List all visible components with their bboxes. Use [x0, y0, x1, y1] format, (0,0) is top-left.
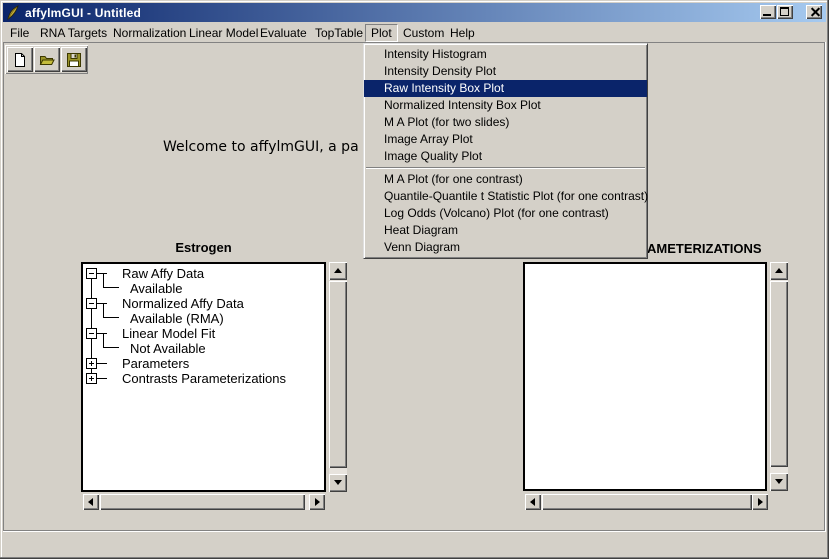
scroll-down-button[interactable] [329, 474, 347, 492]
welcome-message: Welcome to affylmGUI, a pa [163, 139, 359, 155]
tree-collapse-box[interactable] [86, 298, 97, 309]
save-floppy-icon [65, 51, 83, 69]
scroll-up-button[interactable] [329, 262, 347, 280]
menu-custom[interactable]: Custom [403, 26, 444, 40]
scrollbar-thumb[interactable] [542, 494, 752, 510]
tk-feather-icon [6, 5, 20, 20]
title-bar[interactable]: affylmGUI - Untitled [3, 3, 826, 22]
scrollbar-thumb[interactable] [100, 494, 305, 510]
close-button[interactable] [806, 5, 822, 19]
open-folder-icon [38, 51, 56, 69]
app-window: affylmGUI - Untitled File RNA Targets No… [0, 0, 829, 559]
menu-toptable[interactable]: TopTable [315, 26, 363, 40]
tree-node-label[interactable]: Linear Model Fit [122, 327, 215, 341]
menu-item-intensity-histogram[interactable]: Intensity Histogram [364, 46, 647, 63]
menu-item-log-odds-volcano-plot[interactable]: Log Odds (Volcano) Plot (for one contras… [364, 205, 647, 222]
left-panel-title: Estrogen [81, 240, 326, 255]
minimize-button[interactable] [760, 5, 776, 19]
arrow-up-icon [334, 268, 342, 273]
menu-item-intensity-density-plot[interactable]: Intensity Density Plot [364, 63, 647, 80]
menu-file[interactable]: File [10, 26, 29, 40]
menu-linear-model[interactable]: Linear Model [189, 26, 258, 40]
arrow-right-icon [315, 498, 320, 506]
tree-node-label[interactable]: Contrasts Parameterizations [122, 372, 286, 386]
arrow-right-icon [758, 498, 763, 506]
tree-connector [103, 303, 119, 318]
scroll-right-button[interactable] [752, 494, 768, 510]
tree-collapse-box[interactable] [86, 268, 97, 279]
status-tree: Raw Affy Data Available Normalized Affy … [83, 264, 324, 490]
open-file-button[interactable] [34, 47, 60, 72]
right-horizontal-scrollbar[interactable] [525, 494, 768, 510]
tree-child-label[interactable]: Available [130, 282, 183, 296]
scroll-left-button[interactable] [525, 494, 541, 510]
menu-item-venn-diagram[interactable]: Venn Diagram [364, 239, 647, 256]
tree-connector [97, 363, 107, 364]
tree-child-label[interactable]: Not Available [130, 342, 206, 356]
plot-dropdown-menu: Intensity Histogram Intensity Density Pl… [363, 43, 648, 259]
scroll-right-button[interactable] [309, 494, 325, 510]
scroll-left-button[interactable] [83, 494, 99, 510]
tree-expand-box[interactable] [86, 373, 97, 384]
scroll-up-button[interactable] [770, 262, 788, 280]
tree-node-label[interactable]: Raw Affy Data [122, 267, 204, 281]
menu-item-image-array-plot[interactable]: Image Array Plot [364, 131, 647, 148]
arrow-up-icon [775, 268, 783, 273]
menu-rna-targets[interactable]: RNA Targets [40, 26, 107, 40]
menu-item-normalized-intensity-box-plot[interactable]: Normalized Intensity Box Plot [364, 97, 647, 114]
menu-evaluate[interactable]: Evaluate [260, 26, 307, 40]
menu-item-qq-t-statistic-plot[interactable]: Quantile-Quantile t Statistic Plot (for … [364, 188, 647, 205]
right-vertical-scrollbar[interactable] [770, 262, 788, 491]
tree-node-label[interactable]: Normalized Affy Data [122, 297, 244, 311]
left-horizontal-scrollbar[interactable] [83, 494, 325, 510]
arrow-left-icon [530, 498, 535, 506]
tree-connector [103, 273, 119, 288]
close-icon [813, 7, 823, 17]
minimize-icon [763, 14, 771, 16]
menu-plot[interactable]: Plot [365, 24, 398, 42]
tree-node-label[interactable]: Parameters [122, 357, 189, 371]
tree-child-label[interactable]: Available (RMA) [130, 312, 224, 326]
left-vertical-scrollbar[interactable] [329, 262, 347, 492]
new-file-button[interactable] [7, 47, 33, 72]
arrow-left-icon [88, 498, 93, 506]
menu-item-ma-plot-one-contrast[interactable]: M A Plot (for one contrast) [364, 171, 647, 188]
scrollbar-thumb[interactable] [770, 281, 788, 467]
menu-item-heat-diagram[interactable]: Heat Diagram [364, 222, 647, 239]
maximize-button[interactable] [777, 5, 793, 19]
scrollbar-thumb[interactable] [329, 281, 347, 468]
menu-bar: File RNA Targets Normalization Linear Mo… [3, 22, 826, 42]
menu-normalization[interactable]: Normalization [113, 26, 186, 40]
arrow-down-icon [775, 479, 783, 484]
contrasts-listbox[interactable] [523, 262, 767, 491]
tree-connector [97, 378, 107, 379]
save-file-button[interactable] [61, 47, 87, 72]
status-tree-listbox[interactable]: Raw Affy Data Available Normalized Affy … [81, 262, 326, 492]
new-document-icon [11, 51, 29, 69]
right-panel-title: AMETERIZATIONS [647, 241, 762, 256]
menu-separator [366, 167, 645, 169]
arrow-down-icon [334, 480, 342, 485]
scroll-down-button[interactable] [770, 473, 788, 491]
menu-help[interactable]: Help [450, 26, 475, 40]
menu-item-image-quality-plot[interactable]: Image Quality Plot [364, 148, 647, 165]
toolbar [5, 45, 88, 74]
menu-item-raw-intensity-box-plot[interactable]: Raw Intensity Box Plot [364, 80, 647, 97]
tree-connector [103, 333, 119, 348]
maximize-icon [780, 7, 789, 16]
tree-expand-box[interactable] [86, 358, 97, 369]
window-title: affylmGUI - Untitled [25, 6, 141, 20]
tree-collapse-box[interactable] [86, 328, 97, 339]
menu-item-ma-plot-two-slides[interactable]: M A Plot (for two slides) [364, 114, 647, 131]
